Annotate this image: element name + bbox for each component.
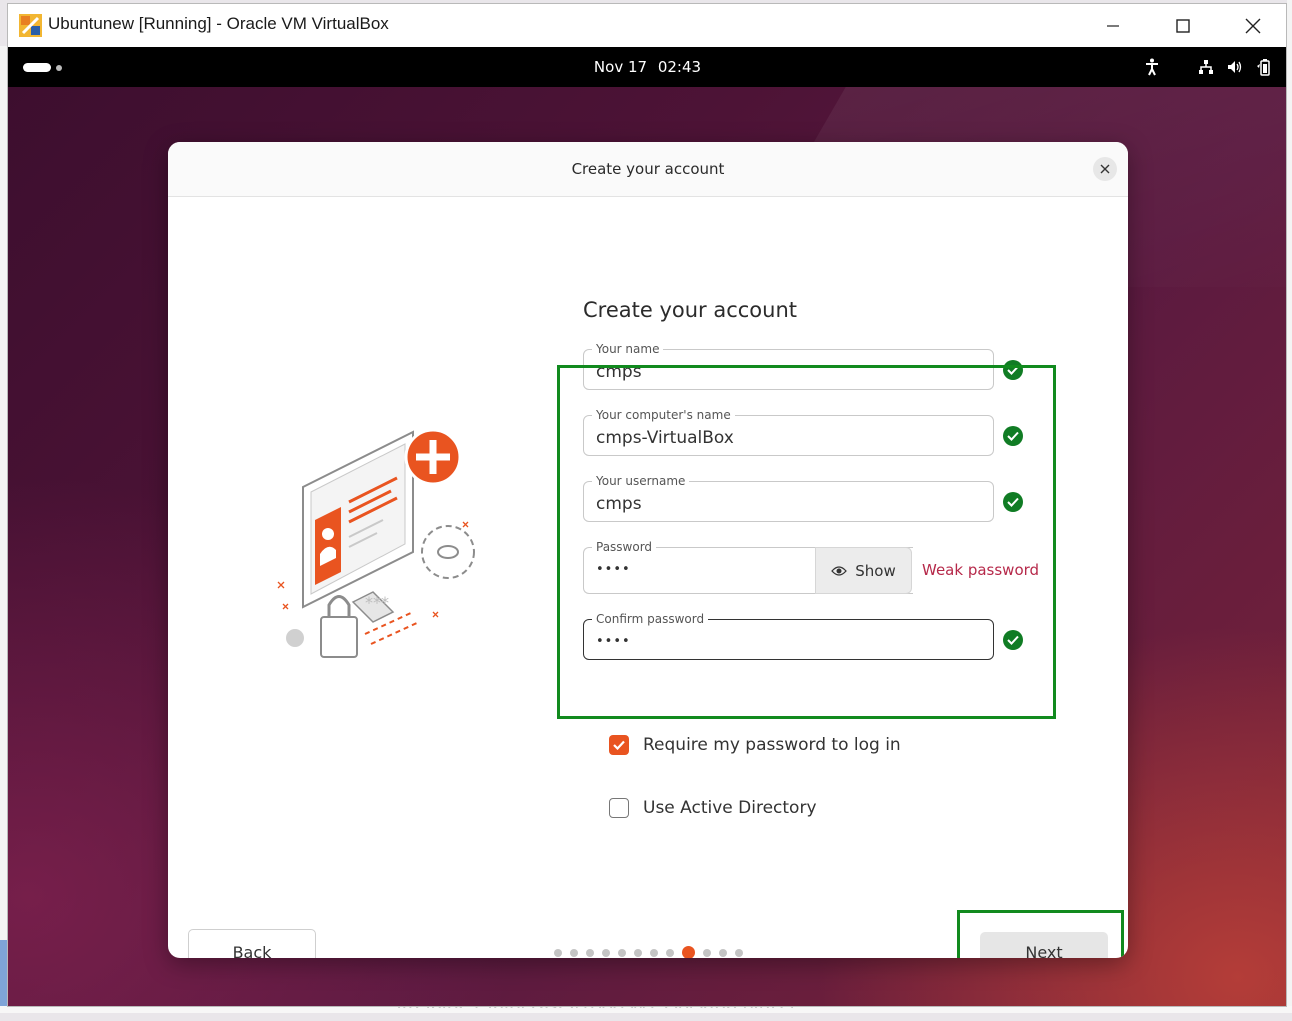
step-dot [586, 948, 594, 957]
maximize-icon [1176, 18, 1190, 33]
virtualbox-window: Ubuntunew [Running] - Oracle VM VirtualB… [7, 3, 1287, 1007]
host-window-right-edge [1287, 0, 1292, 1013]
create-account-dialog: Create your account *** Create your acco… [168, 142, 1128, 958]
network-status[interactable] [1198, 57, 1214, 77]
active-directory-option[interactable]: Use Active Directory [609, 798, 817, 818]
computer-name-label: Your computer's name [592, 408, 735, 422]
password-label: Password [592, 540, 657, 554]
next-button[interactable]: Next [980, 932, 1108, 958]
valid-check-icon [1003, 492, 1023, 512]
computer-name-field[interactable]: Your computer's name cmps-VirtualBox [583, 408, 994, 456]
valid-check-icon [1003, 630, 1023, 650]
back-button[interactable]: Back [188, 929, 316, 958]
your-name-value: cmps [596, 362, 642, 382]
step-dot [570, 948, 578, 957]
accessibility-menu[interactable] [1145, 57, 1159, 77]
step-dot [554, 948, 562, 957]
clock-time: 02:43 [657, 58, 702, 76]
minimize-icon [1107, 24, 1119, 27]
form-heading: Create your account [583, 298, 798, 322]
your-name-label: Your name [592, 342, 664, 356]
volume-icon [1228, 61, 1242, 73]
clock[interactable]: Nov 17 02:43 [8, 58, 1286, 76]
close-icon [1245, 18, 1261, 33]
username-label: Your username [592, 474, 690, 488]
dialog-title: Create your account [571, 160, 725, 178]
username-field[interactable]: Your username cmps [583, 474, 994, 522]
step-dot [602, 948, 610, 957]
show-password-button[interactable]: Show [815, 547, 912, 594]
battery-icon [1257, 59, 1270, 76]
close-window-button[interactable] [1218, 4, 1286, 47]
step-dot [650, 948, 658, 957]
virtualbox-titlebar[interactable]: Ubuntunew [Running] - Oracle VM VirtualB… [8, 4, 1286, 47]
gnome-top-bar: Nov 17 02:43 [8, 47, 1286, 87]
network-wired-icon [1199, 60, 1213, 74]
checkmark-icon [613, 740, 625, 750]
valid-check-icon [1003, 426, 1023, 446]
step-dot [666, 948, 674, 957]
svg-text:***: *** [365, 593, 389, 612]
active-directory-checkbox[interactable] [609, 798, 629, 818]
minimize-button[interactable] [1078, 4, 1148, 47]
accessibility-icon [1146, 58, 1158, 76]
require-password-checkbox[interactable] [609, 735, 629, 755]
computer-name-value: cmps-VirtualBox [596, 428, 734, 448]
show-password-label: Show [855, 561, 896, 580]
confirm-password-field[interactable]: Confirm password •••• [583, 612, 994, 660]
active-directory-label: Use Active Directory [643, 798, 817, 818]
step-dot [703, 948, 711, 957]
volume-status[interactable] [1227, 57, 1243, 77]
step-indicator [554, 946, 743, 958]
confirm-password-value: •••• [596, 634, 631, 649]
battery-status[interactable] [1256, 57, 1274, 77]
step-dot-current [682, 946, 695, 958]
password-value: •••• [596, 562, 631, 577]
confirm-password-label: Confirm password [592, 612, 709, 626]
step-dot [634, 948, 642, 957]
guest-desktop: Nov 17 02:43 Create your account *** Cre… [8, 47, 1286, 1006]
username-value: cmps [596, 494, 642, 514]
require-password-option[interactable]: Require my password to log in [609, 735, 901, 755]
step-dot [735, 948, 743, 957]
eye-icon [831, 565, 848, 576]
clock-date: Nov 17 [593, 58, 648, 76]
virtualbox-app-icon [19, 14, 42, 37]
your-name-field[interactable]: Your name cmps [583, 342, 994, 390]
account-illustration: *** [277, 428, 475, 658]
dialog-header: Create your account [168, 142, 1128, 197]
valid-check-icon [1003, 360, 1023, 380]
close-icon [1100, 164, 1110, 174]
window-title: Ubuntunew [Running] - Oracle VM VirtualB… [48, 14, 389, 33]
step-dot [618, 948, 626, 957]
dialog-close-button[interactable] [1093, 157, 1117, 181]
password-strength: Weak password [922, 561, 1040, 579]
maximize-button[interactable] [1148, 4, 1218, 47]
require-password-label: Require my password to log in [643, 735, 901, 755]
step-dot [719, 948, 727, 957]
